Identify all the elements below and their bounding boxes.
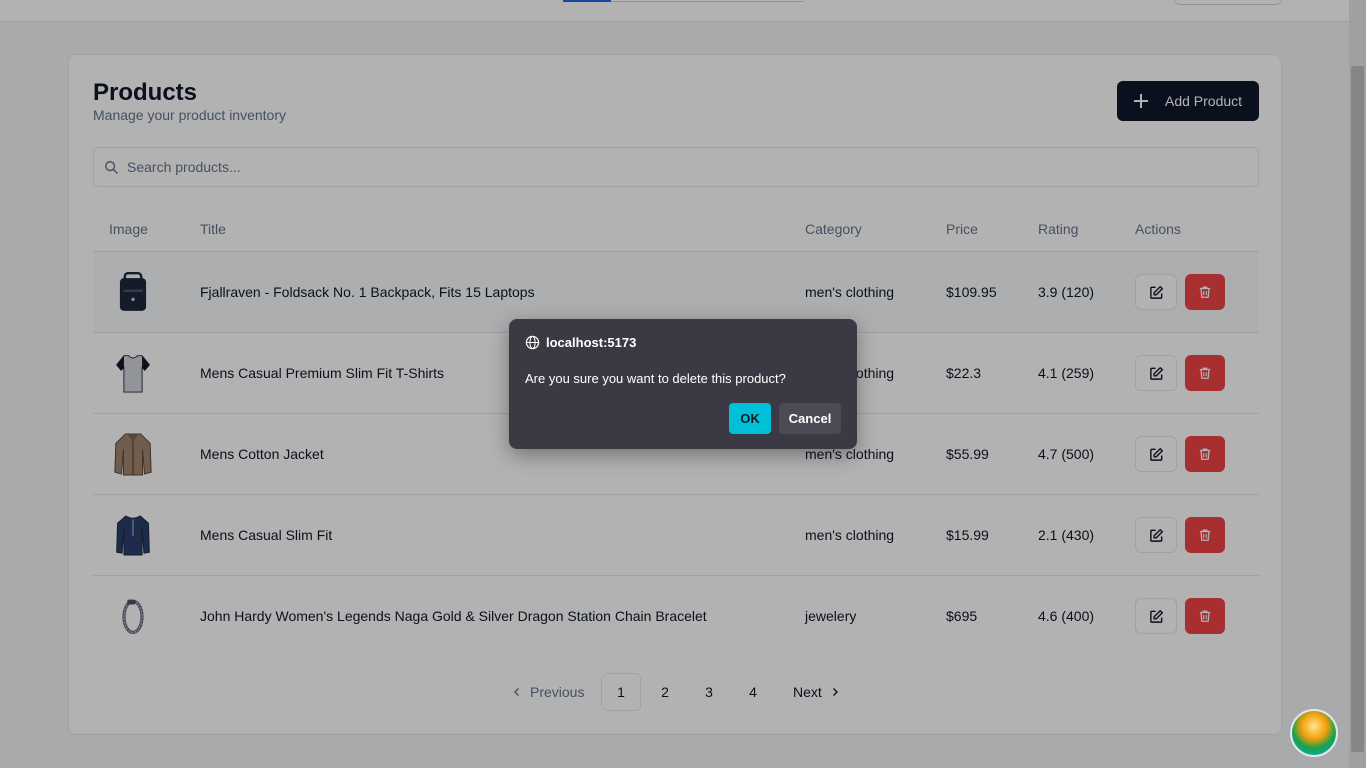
globe-icon: [525, 335, 540, 350]
dialog-message: Are you sure you want to delete this pro…: [525, 371, 786, 386]
confirm-dialog: localhost:5173 Are you sure you want to …: [509, 319, 857, 449]
dialog-origin: localhost:5173: [525, 335, 636, 350]
dialog-origin-text: localhost:5173: [546, 335, 637, 350]
ok-button[interactable]: OK: [729, 403, 771, 434]
extension-avatar-icon[interactable]: [1290, 709, 1338, 757]
cancel-button[interactable]: Cancel: [779, 403, 841, 434]
